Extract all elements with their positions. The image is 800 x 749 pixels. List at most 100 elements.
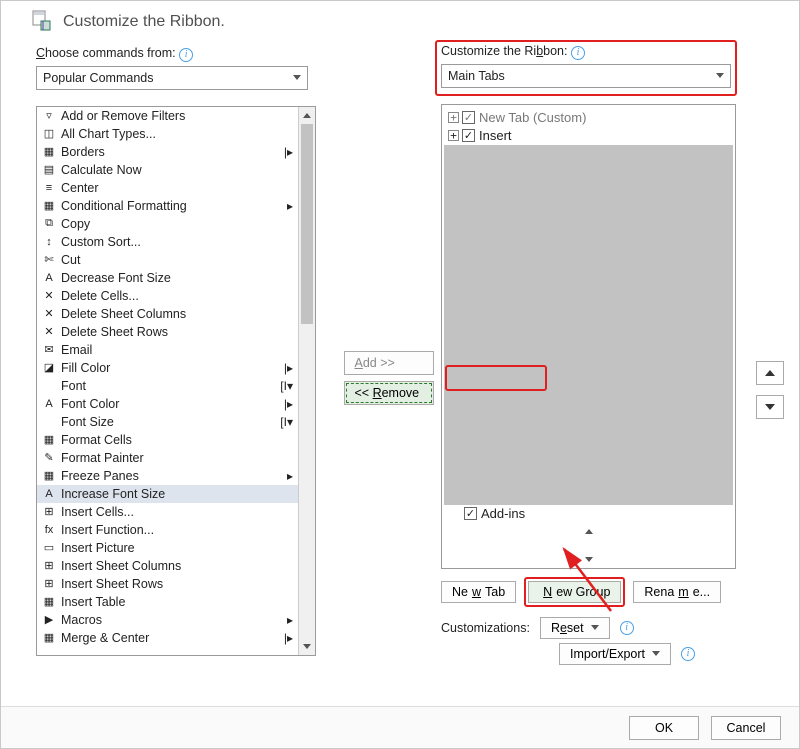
command-icon: ✕: [41, 306, 57, 322]
info-icon[interactable]: i: [681, 647, 695, 661]
command-item[interactable]: ▦Conditional Formatting▸: [37, 197, 315, 215]
tree-row[interactable]: +✓New Tab (Custom): [448, 109, 735, 127]
command-item[interactable]: ✕Delete Sheet Columns: [37, 305, 315, 323]
command-label: Macros: [61, 613, 102, 627]
command-item[interactable]: ≡Center: [37, 179, 315, 197]
command-item[interactable]: ADecrease Font Size: [37, 269, 315, 287]
info-icon[interactable]: i: [179, 48, 193, 62]
scroll-up-icon[interactable]: [299, 107, 315, 124]
command-icon: ◪: [41, 360, 57, 376]
commands-listbox[interactable]: ▿Add or Remove Filters◫All Chart Types..…: [36, 106, 316, 656]
command-item[interactable]: ◪ Fill Color |▸: [37, 359, 315, 377]
submenu-indicator-icon: |▸: [284, 361, 293, 375]
command-item[interactable]: ▦Merge & Center|▸: [37, 629, 315, 647]
command-label: Insert Table: [61, 595, 125, 609]
command-item[interactable]: AIncrease Font Size: [37, 485, 315, 503]
command-item[interactable]: ▿Add or Remove Filters: [37, 107, 315, 125]
checkbox[interactable]: ✓: [464, 507, 477, 520]
command-icon: ⊞: [41, 576, 57, 592]
tree-row[interactable]: +✓Insert: [448, 127, 735, 145]
choose-commands-label: Choose commands from: i: [36, 46, 336, 62]
expand-icon[interactable]: +: [448, 112, 459, 123]
command-item[interactable]: ▦Insert Table: [37, 593, 315, 611]
scroll-thumb[interactable]: [444, 145, 733, 505]
new-tab-button[interactable]: New Tab: [441, 581, 516, 603]
cancel-button[interactable]: Cancel: [711, 716, 781, 740]
commands-scrollbar[interactable]: [298, 107, 315, 655]
submenu-indicator-icon: ▸: [287, 469, 293, 483]
command-item[interactable]: ⊞ Insert Sheet Rows: [37, 575, 315, 593]
command-item[interactable]: Font[I▾: [37, 377, 315, 395]
command-icon: ⧉: [41, 216, 57, 232]
command-item[interactable]: ▦Borders|▸: [37, 143, 315, 161]
tree-row[interactable]: ✓ Add-ins: [448, 505, 735, 523]
command-item[interactable]: ⊞Insert Sheet Columns: [37, 557, 315, 575]
command-item[interactable]: ◫All Chart Types...: [37, 125, 315, 143]
command-item[interactable]: ⊞Insert Cells...: [37, 503, 315, 521]
info-icon[interactable]: i: [571, 46, 585, 60]
command-item[interactable]: ✎Format Painter: [37, 449, 315, 467]
rename-button[interactable]: Rename...: [633, 581, 721, 603]
command-item[interactable]: ▦ Format Cells: [37, 431, 315, 449]
remove-button[interactable]: << Remove: [344, 381, 434, 405]
command-item[interactable]: ✉Email: [37, 341, 315, 359]
command-item[interactable]: fxInsert Function...: [37, 521, 315, 539]
command-icon: A: [41, 270, 57, 286]
tree-label: Add-ins: [481, 506, 525, 521]
import-export-button[interactable]: Import/Export: [559, 643, 671, 665]
command-icon: ≡: [41, 180, 57, 196]
command-item[interactable]: ▦Freeze Panes▸: [37, 467, 315, 485]
command-label: Insert Sheet Columns: [61, 559, 181, 573]
reset-button[interactable]: Reset: [540, 617, 610, 639]
customize-ribbon-value: Main Tabs: [448, 69, 505, 83]
scroll-up-icon[interactable]: [442, 523, 735, 540]
info-icon[interactable]: i: [620, 621, 634, 635]
checkbox[interactable]: ✓: [462, 111, 475, 124]
command-label: Insert Sheet Rows: [61, 577, 163, 591]
new-group-button[interactable]: New Group: [528, 581, 621, 603]
move-up-button[interactable]: [756, 361, 784, 385]
command-label: Delete Sheet Rows: [61, 325, 168, 339]
scroll-down-icon[interactable]: [442, 551, 735, 568]
move-down-button[interactable]: [756, 395, 784, 419]
chevron-down-icon: [293, 75, 301, 80]
command-label: Freeze Panes: [61, 469, 139, 483]
command-item[interactable]: ▶Macros▸: [37, 611, 315, 629]
command-item[interactable]: ↕Custom Sort...: [37, 233, 315, 251]
command-label: Font Size: [61, 415, 114, 429]
command-icon: ▦: [41, 432, 57, 448]
ok-button[interactable]: OK: [629, 716, 699, 740]
command-item[interactable]: ✄Cut: [37, 251, 315, 269]
scroll-down-icon[interactable]: [299, 638, 315, 655]
ribbon-tree[interactable]: +✓New Tab (Custom)+✓Insert+Draw+✓Page La…: [441, 104, 736, 569]
submenu-indicator-icon: [I▾: [280, 379, 293, 393]
expand-icon[interactable]: +: [448, 130, 459, 141]
customizations-label: Customizations:: [441, 621, 530, 635]
customize-ribbon-dropdown[interactable]: Main Tabs: [441, 64, 731, 88]
command-item[interactable]: ▤Calculate Now: [37, 161, 315, 179]
command-label: Insert Picture: [61, 541, 135, 555]
command-label: Format Cells: [61, 433, 132, 447]
checkbox[interactable]: ✓: [462, 129, 475, 142]
command-item[interactable]: ▭Insert Picture: [37, 539, 315, 557]
command-item[interactable]: AFont Color|▸: [37, 395, 315, 413]
submenu-indicator-icon: |▸: [284, 397, 293, 411]
command-label: Copy: [61, 217, 90, 231]
tree-scrollbar[interactable]: [442, 523, 735, 540]
command-item[interactable]: Font Size[I▾: [37, 413, 315, 431]
command-icon: A: [41, 486, 57, 502]
command-item[interactable]: ⧉ Copy: [37, 215, 315, 233]
submenu-indicator-icon: |▸: [284, 145, 293, 159]
command-icon: ✎: [41, 450, 57, 466]
page-title: Customize the Ribbon.: [63, 13, 225, 31]
scroll-thumb[interactable]: [301, 124, 313, 324]
command-icon: ▦: [41, 198, 57, 214]
command-label: Fill Color: [61, 361, 110, 375]
chevron-down-icon: [716, 73, 724, 78]
add-button[interactable]: Add >>: [344, 351, 434, 375]
choose-commands-dropdown[interactable]: Popular Commands: [36, 66, 308, 90]
command-item[interactable]: ✕Delete Sheet Rows: [37, 323, 315, 341]
command-label: Borders: [61, 145, 105, 159]
command-item[interactable]: ✕Delete Cells...: [37, 287, 315, 305]
submenu-indicator-icon: ▸: [287, 199, 293, 213]
